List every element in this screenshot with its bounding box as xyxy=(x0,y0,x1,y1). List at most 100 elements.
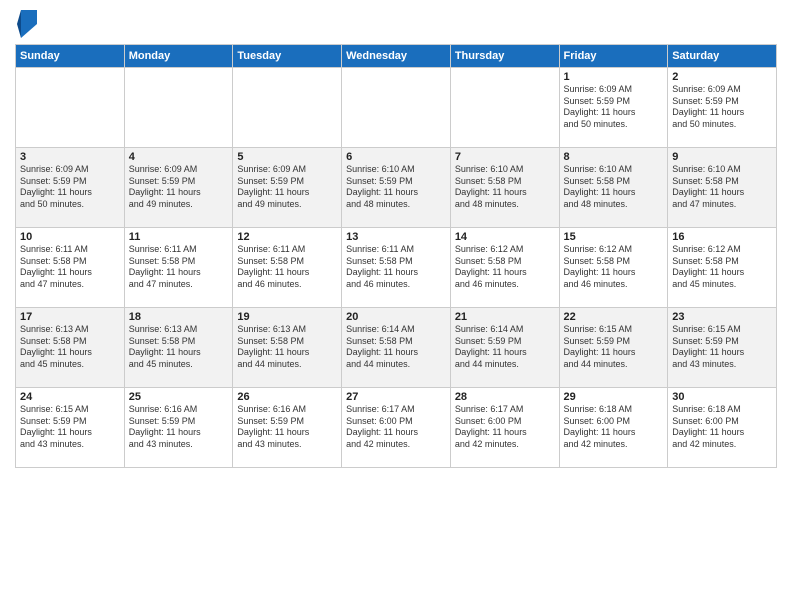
day-number: 12 xyxy=(237,231,337,243)
calendar-cell xyxy=(124,68,233,148)
day-number: 11 xyxy=(129,231,229,243)
day-info: Sunrise: 6:10 AM Sunset: 5:58 PM Dayligh… xyxy=(672,164,772,211)
day-number: 22 xyxy=(564,311,664,323)
day-header: Monday xyxy=(124,45,233,68)
day-number: 18 xyxy=(129,311,229,323)
day-info: Sunrise: 6:11 AM Sunset: 5:58 PM Dayligh… xyxy=(346,244,446,291)
day-number: 4 xyxy=(129,151,229,163)
day-info: Sunrise: 6:16 AM Sunset: 5:59 PM Dayligh… xyxy=(237,404,337,451)
calendar-week: 3Sunrise: 6:09 AM Sunset: 5:59 PM Daylig… xyxy=(16,148,777,228)
day-number: 10 xyxy=(20,231,120,243)
calendar-cell: 24Sunrise: 6:15 AM Sunset: 5:59 PM Dayli… xyxy=(16,388,125,468)
calendar-cell: 15Sunrise: 6:12 AM Sunset: 5:58 PM Dayli… xyxy=(559,228,668,308)
calendar-cell: 14Sunrise: 6:12 AM Sunset: 5:58 PM Dayli… xyxy=(450,228,559,308)
day-number: 21 xyxy=(455,311,555,323)
day-info: Sunrise: 6:12 AM Sunset: 5:58 PM Dayligh… xyxy=(455,244,555,291)
calendar-cell: 18Sunrise: 6:13 AM Sunset: 5:58 PM Dayli… xyxy=(124,308,233,388)
day-number: 14 xyxy=(455,231,555,243)
calendar-cell: 27Sunrise: 6:17 AM Sunset: 6:00 PM Dayli… xyxy=(342,388,451,468)
calendar-cell: 28Sunrise: 6:17 AM Sunset: 6:00 PM Dayli… xyxy=(450,388,559,468)
calendar-cell: 20Sunrise: 6:14 AM Sunset: 5:58 PM Dayli… xyxy=(342,308,451,388)
day-number: 23 xyxy=(672,311,772,323)
calendar-cell: 26Sunrise: 6:16 AM Sunset: 5:59 PM Dayli… xyxy=(233,388,342,468)
day-info: Sunrise: 6:17 AM Sunset: 6:00 PM Dayligh… xyxy=(455,404,555,451)
day-info: Sunrise: 6:14 AM Sunset: 5:58 PM Dayligh… xyxy=(346,324,446,371)
day-info: Sunrise: 6:11 AM Sunset: 5:58 PM Dayligh… xyxy=(20,244,120,291)
logo-icon xyxy=(17,10,37,38)
day-number: 15 xyxy=(564,231,664,243)
day-header: Friday xyxy=(559,45,668,68)
day-info: Sunrise: 6:15 AM Sunset: 5:59 PM Dayligh… xyxy=(564,324,664,371)
day-number: 20 xyxy=(346,311,446,323)
day-info: Sunrise: 6:10 AM Sunset: 5:58 PM Dayligh… xyxy=(564,164,664,211)
day-header: Thursday xyxy=(450,45,559,68)
day-info: Sunrise: 6:12 AM Sunset: 5:58 PM Dayligh… xyxy=(672,244,772,291)
day-info: Sunrise: 6:18 AM Sunset: 6:00 PM Dayligh… xyxy=(564,404,664,451)
day-info: Sunrise: 6:13 AM Sunset: 5:58 PM Dayligh… xyxy=(237,324,337,371)
day-number: 9 xyxy=(672,151,772,163)
day-number: 17 xyxy=(20,311,120,323)
day-info: Sunrise: 6:15 AM Sunset: 5:59 PM Dayligh… xyxy=(672,324,772,371)
calendar-cell: 3Sunrise: 6:09 AM Sunset: 5:59 PM Daylig… xyxy=(16,148,125,228)
day-info: Sunrise: 6:18 AM Sunset: 6:00 PM Dayligh… xyxy=(672,404,772,451)
day-number: 7 xyxy=(455,151,555,163)
day-number: 29 xyxy=(564,391,664,403)
logo xyxy=(15,10,37,38)
page: SundayMondayTuesdayWednesdayThursdayFrid… xyxy=(0,0,792,612)
day-number: 16 xyxy=(672,231,772,243)
calendar-cell xyxy=(233,68,342,148)
day-info: Sunrise: 6:15 AM Sunset: 5:59 PM Dayligh… xyxy=(20,404,120,451)
day-header: Wednesday xyxy=(342,45,451,68)
header-row: SundayMondayTuesdayWednesdayThursdayFrid… xyxy=(16,45,777,68)
day-info: Sunrise: 6:13 AM Sunset: 5:58 PM Dayligh… xyxy=(129,324,229,371)
day-number: 19 xyxy=(237,311,337,323)
calendar-week: 17Sunrise: 6:13 AM Sunset: 5:58 PM Dayli… xyxy=(16,308,777,388)
day-info: Sunrise: 6:12 AM Sunset: 5:58 PM Dayligh… xyxy=(564,244,664,291)
calendar-cell: 5Sunrise: 6:09 AM Sunset: 5:59 PM Daylig… xyxy=(233,148,342,228)
day-info: Sunrise: 6:10 AM Sunset: 5:59 PM Dayligh… xyxy=(346,164,446,211)
day-info: Sunrise: 6:09 AM Sunset: 5:59 PM Dayligh… xyxy=(129,164,229,211)
day-number: 5 xyxy=(237,151,337,163)
calendar-cell: 6Sunrise: 6:10 AM Sunset: 5:59 PM Daylig… xyxy=(342,148,451,228)
day-info: Sunrise: 6:10 AM Sunset: 5:58 PM Dayligh… xyxy=(455,164,555,211)
day-info: Sunrise: 6:16 AM Sunset: 5:59 PM Dayligh… xyxy=(129,404,229,451)
calendar-cell xyxy=(16,68,125,148)
day-info: Sunrise: 6:11 AM Sunset: 5:58 PM Dayligh… xyxy=(129,244,229,291)
day-info: Sunrise: 6:09 AM Sunset: 5:59 PM Dayligh… xyxy=(20,164,120,211)
calendar-cell: 12Sunrise: 6:11 AM Sunset: 5:58 PM Dayli… xyxy=(233,228,342,308)
calendar-cell xyxy=(450,68,559,148)
day-number: 28 xyxy=(455,391,555,403)
day-number: 24 xyxy=(20,391,120,403)
day-header: Saturday xyxy=(668,45,777,68)
day-number: 3 xyxy=(20,151,120,163)
calendar-cell: 21Sunrise: 6:14 AM Sunset: 5:59 PM Dayli… xyxy=(450,308,559,388)
calendar-cell: 17Sunrise: 6:13 AM Sunset: 5:58 PM Dayli… xyxy=(16,308,125,388)
calendar-cell: 22Sunrise: 6:15 AM Sunset: 5:59 PM Dayli… xyxy=(559,308,668,388)
calendar-cell: 4Sunrise: 6:09 AM Sunset: 5:59 PM Daylig… xyxy=(124,148,233,228)
day-number: 25 xyxy=(129,391,229,403)
calendar-cell: 7Sunrise: 6:10 AM Sunset: 5:58 PM Daylig… xyxy=(450,148,559,228)
calendar-table: SundayMondayTuesdayWednesdayThursdayFrid… xyxy=(15,44,777,468)
calendar-cell: 16Sunrise: 6:12 AM Sunset: 5:58 PM Dayli… xyxy=(668,228,777,308)
day-info: Sunrise: 6:17 AM Sunset: 6:00 PM Dayligh… xyxy=(346,404,446,451)
calendar-cell: 2Sunrise: 6:09 AM Sunset: 5:59 PM Daylig… xyxy=(668,68,777,148)
day-header: Sunday xyxy=(16,45,125,68)
calendar-cell: 29Sunrise: 6:18 AM Sunset: 6:00 PM Dayli… xyxy=(559,388,668,468)
calendar-cell: 23Sunrise: 6:15 AM Sunset: 5:59 PM Dayli… xyxy=(668,308,777,388)
calendar-cell: 25Sunrise: 6:16 AM Sunset: 5:59 PM Dayli… xyxy=(124,388,233,468)
calendar-cell: 19Sunrise: 6:13 AM Sunset: 5:58 PM Dayli… xyxy=(233,308,342,388)
calendar-cell: 13Sunrise: 6:11 AM Sunset: 5:58 PM Dayli… xyxy=(342,228,451,308)
header xyxy=(15,10,777,38)
calendar-cell: 9Sunrise: 6:10 AM Sunset: 5:58 PM Daylig… xyxy=(668,148,777,228)
day-info: Sunrise: 6:13 AM Sunset: 5:58 PM Dayligh… xyxy=(20,324,120,371)
calendar-cell: 8Sunrise: 6:10 AM Sunset: 5:58 PM Daylig… xyxy=(559,148,668,228)
day-number: 6 xyxy=(346,151,446,163)
day-info: Sunrise: 6:14 AM Sunset: 5:59 PM Dayligh… xyxy=(455,324,555,371)
calendar-cell: 30Sunrise: 6:18 AM Sunset: 6:00 PM Dayli… xyxy=(668,388,777,468)
day-number: 8 xyxy=(564,151,664,163)
day-info: Sunrise: 6:09 AM Sunset: 5:59 PM Dayligh… xyxy=(564,84,664,131)
calendar-cell: 10Sunrise: 6:11 AM Sunset: 5:58 PM Dayli… xyxy=(16,228,125,308)
day-info: Sunrise: 6:11 AM Sunset: 5:58 PM Dayligh… xyxy=(237,244,337,291)
day-number: 2 xyxy=(672,71,772,83)
calendar-week: 10Sunrise: 6:11 AM Sunset: 5:58 PM Dayli… xyxy=(16,228,777,308)
